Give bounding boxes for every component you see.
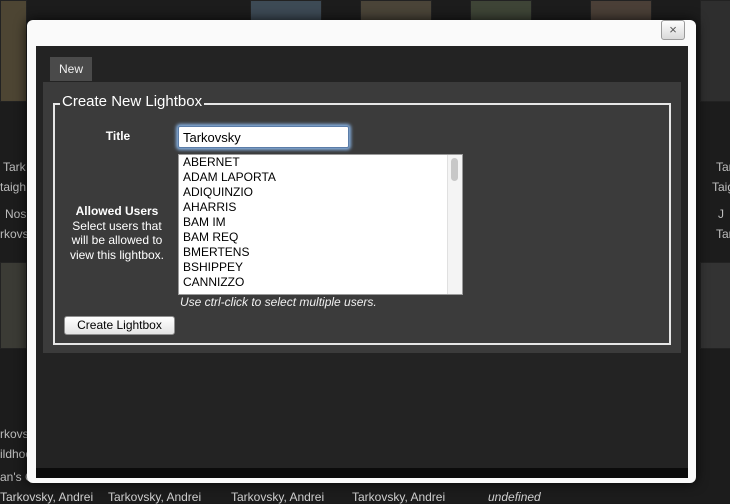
user-option[interactable]: BAM IM <box>179 215 462 230</box>
user-option[interactable]: BAM REQ <box>179 230 462 245</box>
close-icon[interactable]: × <box>661 20 685 40</box>
scrollbar-thumb[interactable] <box>451 158 458 181</box>
user-list-scrollbar[interactable] <box>447 155 462 294</box>
gallery-caption: Tarkovsky, Andrei <box>108 490 202 504</box>
user-option[interactable]: BMERTENS <box>179 245 462 260</box>
allowed-users-heading: Allowed Users <box>75 204 159 218</box>
user-option[interactable]: ADIQUINZIO <box>179 185 462 200</box>
multi-select-hint: Use ctrl-click to select multiple users. <box>180 295 377 309</box>
gallery-caption: rkovs <box>0 427 29 441</box>
title-input[interactable] <box>178 126 349 148</box>
user-option[interactable]: ABERNET <box>179 155 462 170</box>
gallery-caption: J <box>718 207 724 221</box>
user-option[interactable]: AHARRIS <box>179 200 462 215</box>
gallery-caption: Tar <box>716 160 730 174</box>
gallery-caption: undefined <box>488 490 541 504</box>
create-lightbox-button[interactable]: Create Lightbox <box>64 316 175 335</box>
user-option[interactable]: BSHIPPEY <box>179 260 462 275</box>
modal-footer-bar <box>36 468 688 478</box>
gallery-caption: Tark <box>3 160 26 174</box>
allowed-users-description: Select users that will be allowed to vie… <box>69 218 165 262</box>
gallery-thumbnail <box>700 0 730 102</box>
gallery-caption: Tarkovsky, Andrei <box>352 490 446 504</box>
gallery-caption: Taig <box>712 180 730 194</box>
gallery-thumbnail <box>250 0 322 22</box>
gallery-thumbnail <box>590 0 652 22</box>
user-option[interactable]: ADAM LAPORTA <box>179 170 462 185</box>
allowed-users-label: Allowed Users Select users that will be … <box>63 204 171 262</box>
gallery-thumbnail <box>0 262 27 349</box>
gallery-caption: Tar <box>716 227 730 241</box>
gallery-caption: Nos <box>5 207 27 221</box>
fieldset-legend: Create New Lightbox <box>60 93 205 111</box>
gallery-caption: Tarkovsky, Andrei <box>0 490 94 504</box>
allowed-users-select[interactable]: ABERNET ADAM LAPORTA ADIQUINZIO AHARRIS … <box>178 154 463 295</box>
tab-new[interactable]: New <box>50 57 92 81</box>
gallery-thumbnail <box>700 262 730 349</box>
gallery-thumbnail <box>0 0 27 102</box>
user-option[interactable]: CANNIZZO <box>179 275 462 290</box>
gallery-caption: rkovs <box>0 227 29 241</box>
title-label: Title <box>105 129 131 143</box>
gallery-caption: Tarkovsky, Andrei <box>231 490 325 504</box>
gallery-thumbnail <box>470 0 532 22</box>
gallery-thumbnail <box>360 0 432 22</box>
gallery-caption: taigh <box>0 180 27 194</box>
